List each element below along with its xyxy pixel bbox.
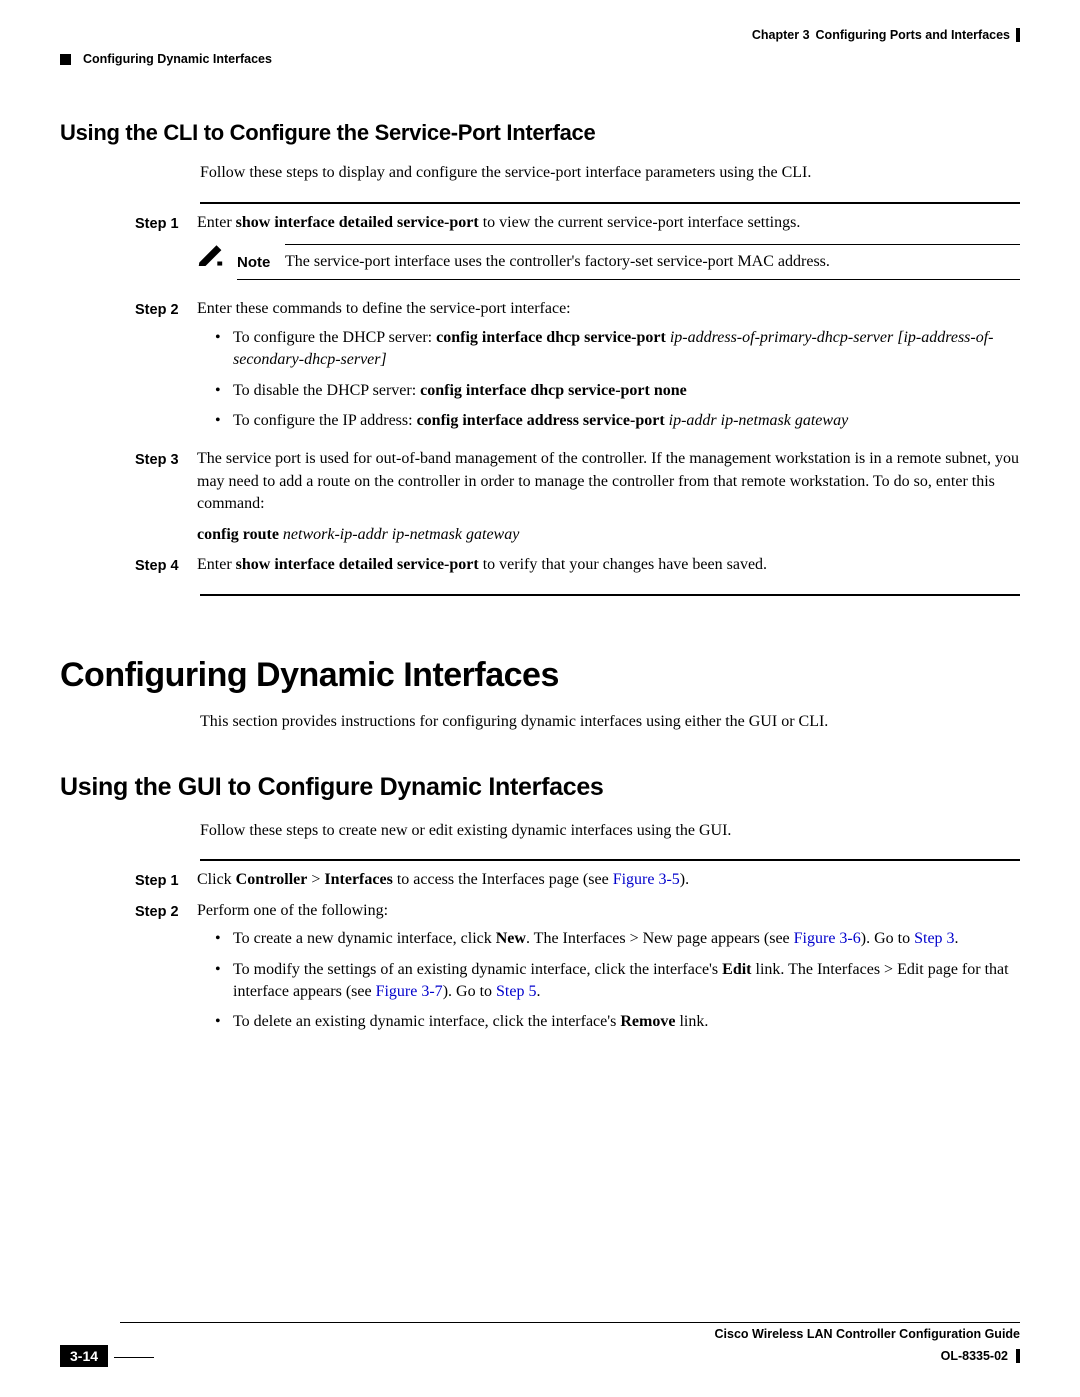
step-link[interactable]: Step 5 [496, 983, 536, 1000]
heading-dynamic-interfaces: Configuring Dynamic Interfaces [60, 656, 1020, 695]
text: To modify the settings of an existing dy… [233, 961, 722, 978]
step-label: Step 2 [135, 900, 197, 1042]
command-text: config interface dhcp service-port none [420, 382, 687, 399]
text: To delete an existing dynamic interface,… [233, 1013, 620, 1030]
menu-text: Interfaces [324, 871, 392, 888]
text: Enter these commands to define the servi… [197, 300, 571, 317]
step-body: Enter these commands to define the servi… [197, 298, 1020, 440]
note-label: Note [237, 251, 285, 273]
figure-link[interactable]: Figure 3-6 [794, 930, 861, 947]
text: . [955, 930, 959, 947]
footer-guide-title: Cisco Wireless LAN Controller Configurat… [715, 1327, 1020, 1341]
step-body: Perform one of the following: To create … [197, 900, 1020, 1042]
text: The service port is used for out-of-band… [197, 448, 1020, 515]
page-number: 3-14 [60, 1345, 108, 1367]
horizontal-rule [200, 594, 1020, 596]
ui-text: Edit [722, 961, 751, 978]
page-footer: Cisco Wireless LAN Controller Configurat… [60, 1322, 1020, 1367]
heading-gui-dynamic: Using the GUI to Configure Dynamic Inter… [60, 773, 1020, 802]
step-row: Step 1 Click Controller > Interfaces to … [135, 869, 1020, 891]
text: Perform one of the following: [197, 902, 388, 919]
step-row: Step 1 Enter show interface detailed ser… [135, 212, 1020, 291]
text: . [536, 983, 540, 1000]
list-item: To delete an existing dynamic interface,… [215, 1011, 1020, 1033]
text: To configure the DHCP server: [233, 329, 436, 346]
text: ). Go to [443, 983, 496, 1000]
step-label: Step 2 [135, 298, 197, 440]
text: Click [197, 871, 236, 888]
command-text: show interface detailed service-port [236, 214, 479, 231]
intro-cli-service-port: Follow these steps to display and config… [200, 162, 1020, 184]
step-body: Enter show interface detailed service-po… [197, 212, 1020, 291]
text: ] [381, 351, 387, 368]
list-item: To configure the IP address: config inte… [215, 410, 1020, 432]
figure-link[interactable]: Figure 3-7 [376, 983, 443, 1000]
text: To create a new dynamic interface, click [233, 930, 496, 947]
list-item: To configure the DHCP server: config int… [215, 327, 1020, 372]
figure-link[interactable]: Figure 3-5 [613, 871, 680, 888]
square-bullet-icon [60, 54, 71, 65]
text: link. [675, 1013, 708, 1030]
text: > [307, 871, 324, 888]
footer-dash-icon [114, 1357, 154, 1358]
command-text: config interface dhcp service-port [436, 329, 666, 346]
text: to view the current service-port interfa… [479, 214, 801, 231]
section-breadcrumb-text: Configuring Dynamic Interfaces [83, 52, 272, 66]
text: To configure the IP address: [233, 412, 417, 429]
command-text: show interface detailed service-port [236, 556, 479, 573]
text: To disable the DHCP server: [233, 382, 420, 399]
note-text: The service-port interface uses the cont… [285, 251, 1020, 273]
text: [ [893, 329, 903, 346]
text: to access the Interfaces page (see [393, 871, 613, 888]
step-body: Click Controller > Interfaces to access … [197, 869, 1020, 891]
ui-text: Remove [620, 1013, 675, 1030]
doc-id: OL-8335-02 [941, 1349, 1008, 1363]
text: ). Go to [861, 930, 914, 947]
text: Enter [197, 556, 236, 573]
list-item: To disable the DHCP server: config inter… [215, 380, 1020, 402]
step-row: Step 3 The service port is used for out-… [135, 448, 1020, 546]
intro-dynamic-interfaces: This section provides instructions for c… [200, 711, 1020, 733]
chapter-label: Chapter 3 [752, 28, 810, 42]
heading-cli-service-port: Using the CLI to Configure the Service-P… [60, 120, 1020, 146]
footer-bar-icon [1016, 1349, 1020, 1363]
command-text: config interface address service-port [417, 412, 665, 429]
text: Enter [197, 214, 236, 231]
step-row: Step 4 Enter show interface detailed ser… [135, 554, 1020, 576]
step-row: Step 2 Enter these commands to define th… [135, 298, 1020, 440]
step-link[interactable]: Step 3 [914, 930, 954, 947]
step-label: Step 1 [135, 869, 197, 891]
ui-text: New [496, 930, 526, 947]
text: . The Interfaces > New page appears (see [526, 930, 794, 947]
step-label: Step 4 [135, 554, 197, 576]
horizontal-rule [200, 859, 1020, 861]
menu-text: Controller [236, 871, 308, 888]
note-block: Note The service-port interface uses the… [197, 244, 1020, 280]
param-text: ip-address-of-primary-dhcp-server [666, 329, 893, 346]
chapter-title: Configuring Ports and Interfaces [816, 28, 1010, 42]
step-label: Step 3 [135, 448, 197, 546]
intro-gui-dynamic: Follow these steps to create new or edit… [200, 820, 1020, 842]
header-bar-icon [1016, 28, 1020, 42]
param-text: ip-addr ip-netmask gateway [665, 412, 849, 429]
step-body: The service port is used for out-of-band… [197, 448, 1020, 546]
horizontal-rule [200, 202, 1020, 204]
step-body: Enter show interface detailed service-po… [197, 554, 1020, 576]
param-text: network-ip-addr ip-netmask gateway [279, 526, 519, 543]
command-text: config route [197, 526, 279, 543]
list-item: To create a new dynamic interface, click… [215, 928, 1020, 950]
text: to verify that your changes have been sa… [479, 556, 767, 573]
section-breadcrumb: Configuring Dynamic Interfaces [60, 52, 272, 66]
step-label: Step 1 [135, 212, 197, 291]
note-pencil-icon [197, 244, 237, 280]
text: ). [680, 871, 689, 888]
running-header: Chapter 3 Configuring Ports and Interfac… [60, 28, 1020, 42]
list-item: To modify the settings of an existing dy… [215, 959, 1020, 1004]
step-row: Step 2 Perform one of the following: To … [135, 900, 1020, 1042]
